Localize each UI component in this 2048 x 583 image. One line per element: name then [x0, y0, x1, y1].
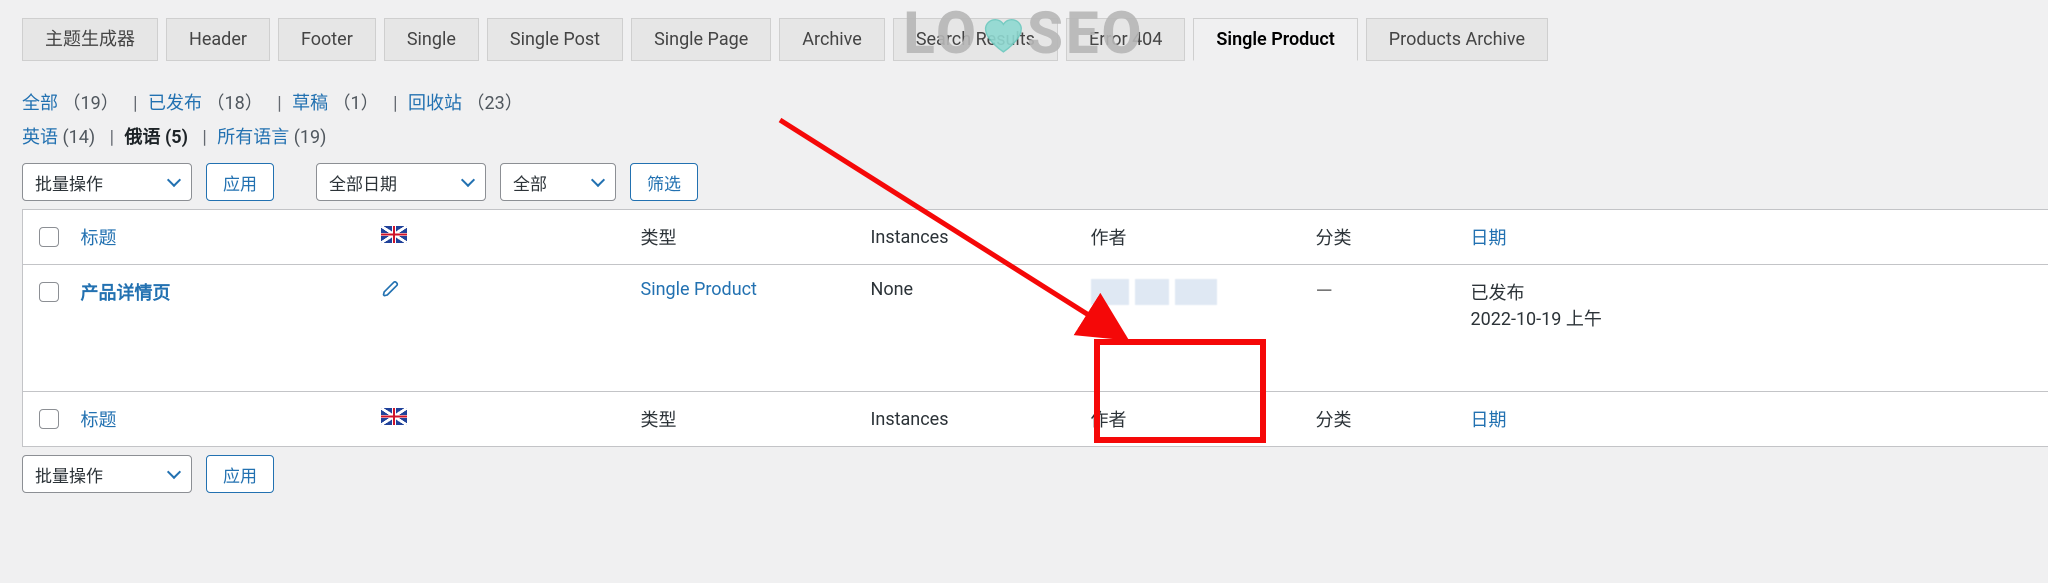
templates-table: 标题 类型 Instances 作者 分类 日期 产品详情页 Single Pr…: [22, 209, 2048, 447]
column-footer-type: 类型: [629, 392, 859, 447]
status-filter-row: 全部 （19） | 已发布 （18） | 草稿 （1） | 回收站 （23）: [22, 89, 2048, 115]
bulk-action-select[interactable]: 批量操作: [22, 163, 192, 201]
status-filter-trash[interactable]: 回收站: [408, 93, 462, 114]
tab-single-product[interactable]: Single Product: [1193, 18, 1357, 61]
tab-主题生成器[interactable]: 主题生成器: [22, 18, 158, 61]
column-footer-author: 作者: [1079, 392, 1304, 447]
uk-flag-icon: [381, 226, 407, 243]
tab-archive[interactable]: Archive: [779, 18, 885, 61]
column-header-category: 分类: [1304, 210, 1459, 265]
column-footer-title[interactable]: 标题: [81, 410, 117, 431]
tablenav-top: 批量操作 应用 全部日期 全部 筛选: [22, 163, 2048, 201]
tab-single-post[interactable]: Single Post: [487, 18, 623, 61]
status-filter-draft[interactable]: 草稿: [292, 93, 328, 114]
redacted-author: [1091, 279, 1217, 305]
tabs-nav: 主题生成器HeaderFooterSingleSingle PostSingle…: [22, 18, 2048, 61]
lang-filter-all[interactable]: 所有语言: [217, 127, 289, 148]
bulk-action-select-bottom[interactable]: 批量操作: [22, 455, 192, 493]
category-filter-select[interactable]: 全部: [500, 163, 616, 201]
status-filter-published[interactable]: 已发布: [148, 93, 202, 114]
column-footer-instances: Instances: [859, 392, 1079, 447]
row-title-link[interactable]: 产品详情页: [81, 283, 171, 304]
tab-single-page[interactable]: Single Page: [631, 18, 771, 61]
row-instances: None: [859, 265, 1079, 392]
status-filter-all[interactable]: 全部: [22, 93, 58, 114]
column-header-type: 类型: [629, 210, 859, 265]
row-date: 已发布 2022-10-19 上午: [1459, 265, 2048, 392]
pencil-icon[interactable]: [381, 279, 401, 299]
tab-single[interactable]: Single: [384, 18, 479, 61]
bulk-apply-button[interactable]: 应用: [206, 163, 274, 201]
tablenav-bottom: 批量操作 应用: [22, 455, 2048, 493]
column-header-author: 作者: [1079, 210, 1304, 265]
tab-error-404[interactable]: Error 404: [1066, 18, 1185, 61]
column-header-instances: Instances: [859, 210, 1079, 265]
bulk-apply-button-bottom[interactable]: 应用: [206, 455, 274, 493]
column-footer-date[interactable]: 日期: [1471, 410, 1507, 431]
column-footer-category: 分类: [1304, 392, 1459, 447]
tab-header[interactable]: Header: [166, 18, 270, 61]
select-all-bottom-checkbox[interactable]: [39, 409, 59, 429]
row-type-link[interactable]: Single Product: [641, 279, 757, 300]
row-category: —: [1316, 279, 1333, 304]
lang-filter-en[interactable]: 英语: [22, 127, 58, 148]
date-filter-select[interactable]: 全部日期: [316, 163, 486, 201]
lang-filter-ru[interactable]: 俄语 (5): [124, 127, 192, 148]
language-filter-row: 英语 (14) | 俄语 (5) | 所有语言 (19): [22, 123, 2048, 149]
column-header-date[interactable]: 日期: [1471, 228, 1507, 249]
filter-button[interactable]: 筛选: [630, 163, 698, 201]
tab-search-results[interactable]: Search Results: [893, 18, 1058, 61]
tab-footer[interactable]: Footer: [278, 18, 376, 61]
row-author: [1079, 265, 1304, 392]
row-checkbox[interactable]: [39, 282, 59, 302]
select-all-top-checkbox[interactable]: [39, 227, 59, 247]
uk-flag-icon: [381, 408, 407, 425]
table-row: 产品详情页 Single Product None — 已发布 2022-10-…: [23, 265, 2048, 392]
column-header-title[interactable]: 标题: [81, 228, 117, 249]
tab-products-archive[interactable]: Products Archive: [1366, 18, 1548, 61]
